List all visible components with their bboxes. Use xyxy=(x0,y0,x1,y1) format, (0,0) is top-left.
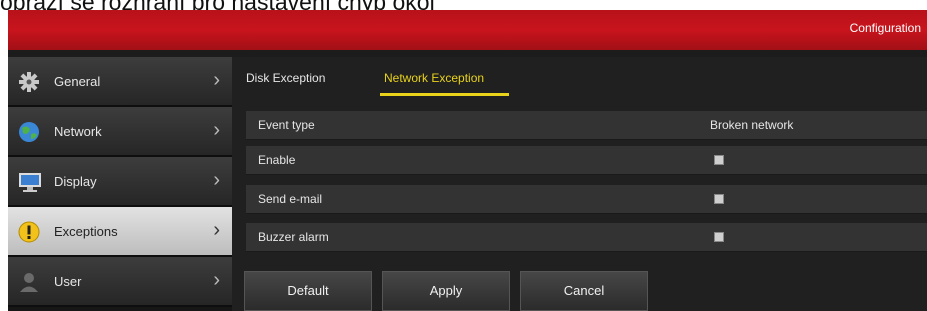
sidebar-item-label: Network xyxy=(54,124,102,139)
sidebar-item-exceptions[interactable]: Exceptions › xyxy=(8,207,232,257)
sidebar-item-label: General xyxy=(54,74,101,89)
sidebar-item-general[interactable]: General › xyxy=(8,57,232,107)
chevron-right-icon: › xyxy=(213,169,220,191)
chevron-right-icon: › xyxy=(213,219,220,241)
gear-icon xyxy=(18,71,40,93)
enable-row: Enable xyxy=(246,146,927,175)
send-email-checkbox[interactable] xyxy=(714,194,724,204)
buzzer-alarm-label: Buzzer alarm xyxy=(258,230,329,244)
sidebar-item-label: User xyxy=(54,274,82,289)
enable-label: Enable xyxy=(258,153,296,167)
send-email-row: Send e-mail xyxy=(246,185,927,214)
event-type-row: Event type Broken network xyxy=(246,111,927,140)
event-type-label: Event type xyxy=(258,118,315,132)
top-bar: Configuration xyxy=(8,10,927,50)
send-email-label: Send e-mail xyxy=(258,192,323,206)
monitor-icon xyxy=(18,171,41,193)
default-button[interactable]: Default xyxy=(244,271,372,311)
apply-button[interactable]: Apply xyxy=(382,271,510,311)
active-tab-indicator xyxy=(380,93,509,96)
tab-network-exception[interactable]: Network Exception xyxy=(384,71,484,85)
globe-icon xyxy=(18,121,40,143)
buzzer-alarm-checkbox[interactable] xyxy=(714,232,724,242)
user-icon xyxy=(18,271,40,293)
sidebar-item-user[interactable]: User › xyxy=(8,257,232,307)
header-title: Configuration xyxy=(849,21,921,35)
chevron-right-icon: › xyxy=(213,119,220,141)
warning-icon xyxy=(18,221,40,243)
sidebar-item-display[interactable]: Display › xyxy=(8,157,232,207)
cancel-button[interactable]: Cancel xyxy=(520,271,648,311)
chevron-right-icon: › xyxy=(213,69,220,91)
enable-checkbox[interactable] xyxy=(714,155,724,165)
buzzer-alarm-row: Buzzer alarm xyxy=(246,223,927,252)
sidebar-item-network[interactable]: Network › xyxy=(8,107,232,157)
sidebar: General › Network › Display › Exceptions… xyxy=(8,57,232,311)
chevron-right-icon: › xyxy=(213,269,220,291)
tab-disk-exception[interactable]: Disk Exception xyxy=(246,71,325,85)
event-type-value[interactable]: Broken network xyxy=(710,118,793,132)
sidebar-item-label: Exceptions xyxy=(54,224,118,239)
sidebar-item-label: Display xyxy=(54,174,97,189)
content-panel: Disk Exception Network Exception Event t… xyxy=(232,57,927,311)
